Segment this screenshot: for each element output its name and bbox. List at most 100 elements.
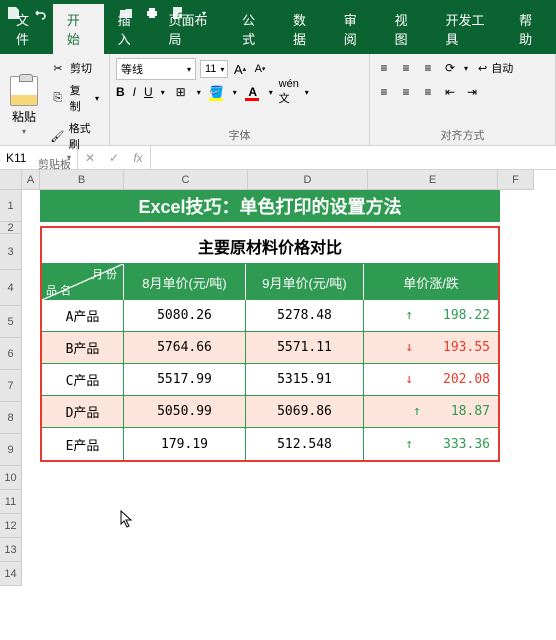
font-group: 等线▾ 11▾ A▴ A▾ B I U▾ ⊞▾ 🪣▾ A▾ wén文▾ 字体 — [110, 54, 370, 145]
cells-area[interactable]: Excel技巧：单色打印的设置方法 主要原材料价格对比 月 份 品 名 8月单价… — [22, 190, 556, 586]
header-sep: 9月单价(元/吨) — [246, 264, 364, 300]
table-row[interactable]: A产品5080.265278.48↑198.22 — [42, 300, 498, 332]
decrease-font-icon[interactable]: A▾ — [252, 61, 268, 77]
page-title: Excel技巧：单色打印的设置方法 — [40, 190, 500, 222]
col-header[interactable]: D — [248, 170, 368, 190]
row-header[interactable]: 10 — [0, 466, 22, 490]
col-header[interactable]: C — [124, 170, 248, 190]
tab-help[interactable]: 帮助 — [505, 4, 556, 54]
font-size-select[interactable]: 11▾ — [200, 60, 228, 78]
bold-button[interactable]: B — [116, 85, 125, 99]
row-header[interactable]: 12 — [0, 514, 22, 538]
arrow-down-icon: ↓ — [405, 340, 413, 355]
font-group-label: 字体 — [116, 125, 363, 143]
cell-diff: ↓202.08 — [364, 364, 498, 395]
tab-data[interactable]: 数据 — [279, 4, 330, 54]
tab-review[interactable]: 审阅 — [330, 4, 381, 54]
indent-inc-icon[interactable]: ⇥ — [464, 84, 480, 100]
fill-color-icon[interactable]: 🪣 — [209, 84, 225, 100]
cell-sep: 5069.86 — [246, 396, 364, 427]
table-row[interactable]: E产品179.19512.548↑333.36 — [42, 428, 498, 460]
row-header[interactable]: 3 — [0, 234, 22, 270]
spreadsheet-grid[interactable]: 1 2 3 4 5 6 7 8 9 10 11 12 13 14 Excel技巧… — [0, 190, 556, 586]
tab-insert[interactable]: 插入 — [104, 4, 155, 54]
arrow-up-icon: ↑ — [405, 308, 413, 323]
copy-icon: ⎘ — [50, 90, 66, 106]
row-header[interactable]: 1 — [0, 190, 22, 222]
wrap-text-button[interactable]: ↩自动 — [474, 58, 517, 78]
increase-font-icon[interactable]: A▴ — [232, 61, 248, 77]
table-row[interactable]: B产品5764.665571.11↓193.55 — [42, 332, 498, 364]
header-product-month: 月 份 品 名 — [42, 264, 124, 300]
row-header[interactable]: 2 — [0, 222, 22, 234]
cell-aug: 5764.66 — [124, 332, 246, 363]
arrow-up-icon: ↑ — [405, 437, 413, 452]
row-header[interactable]: 4 — [0, 270, 22, 306]
cell-product: E产品 — [42, 428, 124, 460]
align-left-icon[interactable]: ≡ — [376, 84, 392, 100]
col-header[interactable]: A — [22, 170, 40, 190]
align-top-icon[interactable]: ≡ — [376, 60, 392, 76]
table-row[interactable]: C产品5517.995315.91↓202.08 — [42, 364, 498, 396]
font-color-icon[interactable]: A — [245, 84, 261, 100]
underline-button[interactable]: U — [144, 85, 153, 99]
copy-button[interactable]: ⎘复制▾ — [46, 80, 103, 116]
orientation-icon[interactable]: ⟳ — [442, 60, 458, 76]
ribbon-tabs: 文件 开始 插入 页面布局 公式 数据 审阅 视图 开发工具 帮助 — [0, 26, 556, 54]
row-header[interactable]: 13 — [0, 538, 22, 562]
col-header[interactable]: F — [498, 170, 534, 190]
enter-formula-icon[interactable]: ✓ — [102, 146, 126, 169]
cell-sep: 512.548 — [246, 428, 364, 460]
scissors-icon: ✂ — [50, 60, 66, 76]
row-header[interactable]: 8 — [0, 402, 22, 434]
indent-dec-icon[interactable]: ⇤ — [442, 84, 458, 100]
col-header[interactable]: E — [368, 170, 498, 190]
font-family-select[interactable]: 等线▾ — [116, 58, 196, 80]
table-row[interactable]: D产品5050.995069.86↑18.87 — [42, 396, 498, 428]
cell-aug: 179.19 — [124, 428, 246, 460]
row-header[interactable]: 9 — [0, 434, 22, 466]
header-aug: 8月单价(元/吨) — [124, 264, 246, 300]
border-icon[interactable]: ⊞ — [173, 84, 189, 100]
tab-view[interactable]: 视图 — [381, 4, 432, 54]
align-right-icon[interactable]: ≡ — [420, 84, 436, 100]
row-header[interactable]: 7 — [0, 370, 22, 402]
cell-aug: 5050.99 — [124, 396, 246, 427]
tab-pagelayout[interactable]: 页面布局 — [154, 4, 228, 54]
row-header[interactable]: 14 — [0, 562, 22, 586]
cell-sep: 5315.91 — [246, 364, 364, 395]
cell-diff: ↑18.87 — [364, 396, 498, 427]
tab-formulas[interactable]: 公式 — [228, 4, 279, 54]
tab-home[interactable]: 开始 — [53, 4, 104, 54]
cell-diff: ↑198.22 — [364, 300, 498, 331]
row-headers: 1 2 3 4 5 6 7 8 9 10 11 12 13 14 — [0, 190, 22, 586]
cancel-formula-icon[interactable]: ✕ — [78, 146, 102, 169]
align-middle-icon[interactable]: ≡ — [398, 60, 414, 76]
row-header[interactable]: 5 — [0, 306, 22, 338]
align-center-icon[interactable]: ≡ — [398, 84, 414, 100]
italic-button[interactable]: I — [133, 85, 136, 99]
cell-sep: 5571.11 — [246, 332, 364, 363]
cell-product: D产品 — [42, 396, 124, 427]
data-table: 主要原材料价格对比 月 份 品 名 8月单价(元/吨) 9月单价(元/吨) 单价… — [40, 226, 500, 462]
arrow-up-icon: ↑ — [413, 404, 421, 419]
name-box[interactable]: K11 ▾ — [0, 146, 78, 169]
column-headers: A B C D E F — [22, 170, 534, 190]
paste-button[interactable]: 粘贴 ▾ — [6, 72, 42, 140]
cell-product: C产品 — [42, 364, 124, 395]
col-header[interactable]: B — [40, 170, 124, 190]
alignment-group-label: 对齐方式 — [376, 125, 549, 143]
tab-file[interactable]: 文件 — [2, 4, 53, 54]
row-header[interactable]: 11 — [0, 490, 22, 514]
tab-developer[interactable]: 开发工具 — [431, 4, 505, 54]
cut-button[interactable]: ✂剪切 — [46, 58, 103, 78]
fx-icon[interactable]: fx — [126, 146, 150, 169]
wrap-icon: ↩ — [478, 62, 487, 75]
cell-product: B产品 — [42, 332, 124, 363]
cell-diff: ↓193.55 — [364, 332, 498, 363]
row-header[interactable]: 6 — [0, 338, 22, 370]
phonetic-icon[interactable]: wén文 — [281, 84, 297, 100]
select-all-corner[interactable] — [0, 170, 22, 190]
align-bottom-icon[interactable]: ≡ — [420, 60, 436, 76]
alignment-group: ≡ ≡ ≡ ⟳▾ ↩自动 ≡ ≡ ≡ ⇤ ⇥ 对齐方式 — [370, 54, 556, 145]
